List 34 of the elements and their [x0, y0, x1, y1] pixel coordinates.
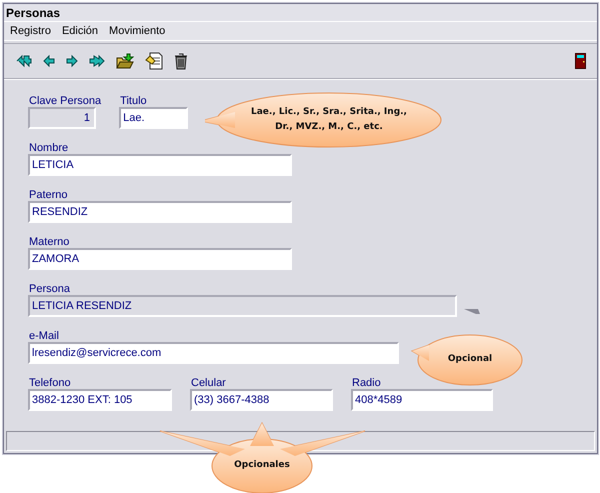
- first-record-icon[interactable]: [16, 54, 32, 68]
- trash-icon[interactable]: [174, 52, 188, 70]
- text-field[interactable]: RESENDIZ: [28, 201, 292, 223]
- text-field[interactable]: ZAMORA: [28, 248, 292, 270]
- menu-item[interactable]: Edición: [62, 25, 98, 37]
- field-label: e-Mail: [29, 330, 59, 342]
- triangle-icon: [464, 308, 480, 315]
- field-label: Celular: [191, 377, 226, 389]
- field-label: Radio: [352, 377, 381, 389]
- folder-icon[interactable]: [116, 52, 134, 70]
- field-label: Clave Persona: [29, 95, 102, 107]
- field-label: Titulo: [120, 95, 147, 107]
- field-label: Nombre: [29, 142, 68, 154]
- field-label: Telefono: [29, 377, 71, 389]
- field-label: Persona: [29, 283, 70, 295]
- exit-door-icon[interactable]: [575, 53, 586, 69]
- menu-item[interactable]: Movimiento: [109, 25, 166, 37]
- field-label: Paterno: [29, 189, 68, 201]
- window-title: Personas: [6, 6, 60, 20]
- text-field[interactable]: Lae.: [119, 107, 188, 129]
- last-record-icon[interactable]: [89, 54, 105, 68]
- text-field[interactable]: lresendiz@servicrece.com: [28, 342, 399, 364]
- callout-text: Opcionales: [233, 459, 291, 472]
- edit-document-icon[interactable]: [145, 52, 163, 70]
- text-field[interactable]: (33) 3667-4388: [190, 389, 333, 411]
- text-field[interactable]: 408*4589: [351, 389, 493, 411]
- field-label: Materno: [29, 236, 70, 248]
- menu-item[interactable]: Registro: [10, 25, 51, 37]
- callout-text: Lae., Lic., Sr., Sra., Srita., Ing., Dr., MVZ., M., C., etc.: [250, 106, 408, 134]
- next-record-icon[interactable]: [66, 54, 78, 68]
- callout-text: Opcional: [446, 353, 494, 366]
- text-field[interactable]: 3882-1230 EXT: 105: [28, 389, 172, 411]
- text-field[interactable]: LETICIA: [28, 154, 292, 176]
- previous-record-icon[interactable]: [43, 54, 55, 68]
